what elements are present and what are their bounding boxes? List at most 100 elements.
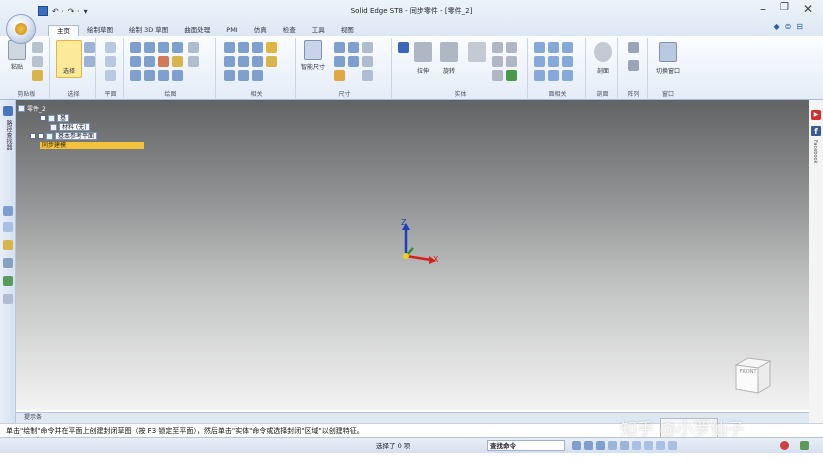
mirror-icon[interactable] bbox=[158, 70, 169, 81]
diamond-icon[interactable]: ◆ bbox=[773, 22, 779, 31]
tangent-icon[interactable] bbox=[224, 70, 235, 81]
symmetric-icon[interactable] bbox=[238, 70, 249, 81]
circular-pattern-icon[interactable] bbox=[628, 60, 639, 71]
zoom-icon[interactable] bbox=[584, 441, 593, 450]
distance-icon[interactable] bbox=[334, 42, 345, 53]
pan-icon[interactable] bbox=[608, 441, 617, 450]
parallel-plane-icon[interactable] bbox=[105, 70, 116, 81]
perpendicular-icon[interactable] bbox=[252, 56, 263, 67]
help-icon[interactable]: ⊜ bbox=[785, 22, 792, 31]
tab-simulation[interactable]: 仿真 bbox=[246, 25, 275, 36]
fit-icon[interactable] bbox=[596, 441, 605, 450]
rib-icon[interactable] bbox=[506, 70, 517, 81]
rectangle-icon[interactable] bbox=[130, 56, 141, 67]
thin-wall-icon[interactable] bbox=[506, 42, 517, 53]
rectangular-pattern-icon[interactable] bbox=[628, 42, 639, 53]
tab-tools[interactable]: 工具 bbox=[304, 25, 333, 36]
angle-icon[interactable] bbox=[348, 42, 359, 53]
polygon-icon[interactable] bbox=[144, 56, 155, 67]
face-concentric-icon[interactable] bbox=[534, 56, 545, 67]
dimension-style-icon[interactable] bbox=[362, 42, 373, 53]
visibility-checkbox[interactable] bbox=[30, 133, 36, 139]
view-cube[interactable]: FRONT bbox=[732, 355, 774, 397]
select-filter-icon[interactable] bbox=[84, 42, 95, 53]
projection-icon[interactable] bbox=[188, 56, 199, 67]
tab-inspect[interactable]: 检查 bbox=[275, 25, 304, 36]
coordinate-dim-icon[interactable] bbox=[334, 56, 345, 67]
pathfinder-tab[interactable]: 路径查找器 bbox=[3, 120, 13, 150]
rotate-icon[interactable] bbox=[620, 441, 629, 450]
library-icon[interactable] bbox=[3, 206, 13, 216]
horizontal-icon[interactable] bbox=[224, 56, 235, 67]
round-icon[interactable] bbox=[492, 56, 503, 67]
close-button[interactable]: ✕ bbox=[803, 2, 813, 16]
tab-sketch[interactable]: 绘制草图 bbox=[79, 25, 121, 36]
layers-icon[interactable] bbox=[3, 240, 13, 250]
cut-icon[interactable] bbox=[32, 42, 43, 53]
application-button[interactable] bbox=[6, 14, 36, 44]
chamfer-icon[interactable] bbox=[506, 56, 517, 67]
radial-dim-icon[interactable] bbox=[348, 56, 359, 67]
tab-pmi[interactable]: PMI bbox=[218, 25, 245, 36]
tree-item-synchronous[interactable]: 同步建模 bbox=[40, 141, 144, 149]
settings-icon[interactable] bbox=[800, 441, 809, 450]
circle-icon[interactable] bbox=[172, 42, 183, 53]
tab-view[interactable]: 视图 bbox=[333, 25, 362, 36]
solid-box-icon[interactable] bbox=[398, 42, 409, 53]
collinear-icon[interactable] bbox=[252, 70, 263, 81]
tree-root[interactable]: 零件_2 bbox=[18, 104, 46, 113]
view-orientation-icon[interactable] bbox=[632, 441, 641, 450]
feature-library-icon[interactable] bbox=[3, 222, 13, 232]
scale-icon[interactable] bbox=[172, 70, 183, 81]
point-icon[interactable] bbox=[130, 70, 141, 81]
design-intent-icon[interactable] bbox=[3, 294, 13, 304]
fillet-sketch-icon[interactable] bbox=[172, 56, 183, 67]
grid-icon[interactable] bbox=[668, 441, 677, 450]
section-icon[interactable] bbox=[594, 42, 612, 62]
family-icon[interactable] bbox=[3, 276, 13, 286]
shell-icon[interactable] bbox=[492, 42, 503, 53]
face-tangent-icon[interactable] bbox=[548, 56, 559, 67]
face-coplanar-icon[interactable] bbox=[534, 42, 545, 53]
draft-icon[interactable] bbox=[492, 70, 503, 81]
face-perpendicular-icon[interactable] bbox=[562, 42, 573, 53]
find-command-input[interactable]: 查找命令 bbox=[487, 440, 565, 451]
face-symmetric-icon[interactable] bbox=[562, 56, 573, 67]
offset-icon[interactable] bbox=[144, 70, 155, 81]
visibility-checkbox[interactable] bbox=[40, 115, 46, 121]
zoom-area-icon[interactable] bbox=[572, 441, 581, 450]
curve-icon[interactable] bbox=[158, 42, 169, 53]
plane-icon[interactable] bbox=[105, 42, 116, 53]
line-icon[interactable] bbox=[130, 42, 141, 53]
rigid-icon[interactable] bbox=[266, 56, 277, 67]
revolve-icon[interactable] bbox=[440, 42, 458, 62]
tab-home[interactable]: 主页 bbox=[48, 25, 79, 36]
face-parallel-icon[interactable] bbox=[548, 42, 559, 53]
face-rigid-icon[interactable] bbox=[562, 70, 573, 81]
hole-icon[interactable] bbox=[468, 42, 486, 62]
render-icon[interactable] bbox=[644, 441, 653, 450]
arc-icon[interactable] bbox=[144, 42, 155, 53]
youtube-icon[interactable]: ▶ bbox=[811, 110, 821, 120]
annotation-icon[interactable] bbox=[362, 56, 373, 67]
tree-item-material[interactable]: 材料 (无) bbox=[50, 123, 90, 131]
trim-icon[interactable] bbox=[158, 56, 169, 67]
facebook-label[interactable]: Facebook bbox=[812, 140, 818, 164]
table-dim-icon[interactable] bbox=[334, 70, 345, 81]
variable-icon[interactable] bbox=[362, 70, 373, 81]
parallel-icon[interactable] bbox=[238, 42, 249, 53]
face-rotate-icon[interactable] bbox=[548, 70, 559, 81]
camera-icon[interactable] bbox=[656, 441, 665, 450]
coincident-plane-icon[interactable] bbox=[105, 56, 116, 67]
select-mode-icon[interactable] bbox=[84, 56, 95, 67]
tab-surfacing[interactable]: 曲面处理 bbox=[176, 25, 218, 36]
smart-dimension-icon[interactable] bbox=[304, 40, 322, 60]
equal-icon[interactable] bbox=[238, 56, 249, 67]
switch-window-icon[interactable] bbox=[659, 42, 677, 62]
concentric-icon[interactable] bbox=[252, 42, 263, 53]
visibility-checkbox[interactable] bbox=[38, 133, 44, 139]
copy-icon[interactable] bbox=[32, 56, 43, 67]
text-icon[interactable] bbox=[188, 42, 199, 53]
format-painter-icon[interactable] bbox=[32, 70, 43, 81]
maximize-button[interactable]: ❐ bbox=[780, 2, 789, 16]
